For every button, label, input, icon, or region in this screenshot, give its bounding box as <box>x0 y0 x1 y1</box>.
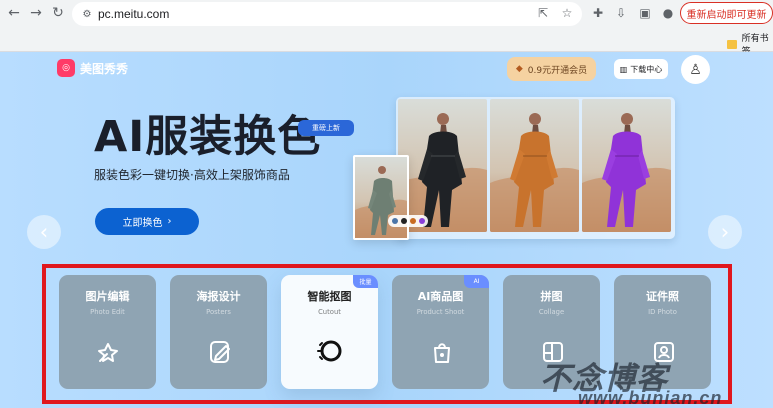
tool-photo-edit[interactable]: 图片编辑 Photo Edit <box>59 275 156 389</box>
sidebar-icon[interactable]: ▣ <box>636 4 654 22</box>
edit-document-icon <box>210 341 230 363</box>
tool-title[interactable]: 智能抠图 <box>281 288 378 304</box>
blue-swatch[interactable] <box>391 218 398 224</box>
orange-outfit-model-illustration <box>490 113 579 232</box>
url-text[interactable]: pc.meitu.com <box>98 7 169 21</box>
forward-icon[interactable]: → <box>27 4 45 22</box>
brand-logo[interactable]: ◎ 美图秀秀 <box>57 59 128 77</box>
vip-button[interactable]: ◆ 0.9元开通会员 <box>507 57 596 81</box>
orange-swatch[interactable] <box>409 218 416 224</box>
tool-subtitle: Product Shoot <box>416 308 465 316</box>
tool-subtitle: Photo Edit <box>90 308 125 316</box>
batch-badge: 批量 <box>353 275 378 288</box>
user-icon: ♙ <box>689 61 702 78</box>
change-color-label[interactable]: 立即换色 <box>123 214 163 229</box>
carousel-prev-button[interactable]: ‹ <box>27 215 61 249</box>
brand-name[interactable]: 美图秀秀 <box>80 60 128 77</box>
reload-icon[interactable]: ↻ <box>49 4 67 22</box>
browser-update-button[interactable]: 重新启动即可更新 <box>680 2 773 24</box>
tool-subtitle: Collage <box>538 308 565 316</box>
extension-icon[interactable]: ✚ <box>589 4 607 22</box>
tool-subtitle: Posters <box>206 308 231 316</box>
diamond-icon: ◆ <box>515 64 523 74</box>
back-icon[interactable]: ← <box>5 4 23 22</box>
hero-subtitle: 服装色彩一键切换·高效上架服饰商品 <box>94 168 290 182</box>
vip-label[interactable]: 0.9元开通会员 <box>528 63 587 76</box>
change-color-button[interactable]: 立即换色 › <box>95 208 199 235</box>
new-badge: 重磅上新 <box>298 120 354 136</box>
color-swatches[interactable] <box>388 215 428 227</box>
magic-wand-icon <box>98 343 118 362</box>
orange-outfit-photo <box>490 99 579 232</box>
meitu-logo-icon: ◎ <box>57 59 75 77</box>
tool-title[interactable]: 拼图 <box>503 288 600 304</box>
cutout-circle-icon <box>317 340 342 362</box>
tool-title[interactable]: 海报设计 <box>170 288 267 304</box>
download-icon[interactable]: ⇩ <box>612 4 630 22</box>
tool-collage[interactable]: 拼图 Collage <box>503 275 600 389</box>
profile-icon[interactable]: ● <box>659 4 677 22</box>
folder-icon <box>727 39 737 49</box>
site-settings-icon[interactable]: ⚙ <box>80 7 94 21</box>
tool-cutout[interactable]: 批量 智能抠图 Cutout <box>281 275 378 389</box>
tool-subtitle: ID Photo <box>648 308 677 316</box>
browser-chrome: ← → ↻ ⚙ pc.meitu.com ⇱ ☆ ✚ ⇩ ▣ ● 重新启动即可更… <box>0 0 773 57</box>
hero-title: AI服装换色 <box>94 112 322 162</box>
tool-posters[interactable]: 海报设计 Posters <box>170 275 267 389</box>
meitu-home-page: ◎ 美图秀秀 ◆ 0.9元开通会员 ▥ 下载中心 ♙ AI服装换色 重磅上新 服… <box>0 52 773 408</box>
tool-title[interactable]: 图片编辑 <box>59 288 156 304</box>
black-outfit-model-illustration <box>398 113 487 232</box>
download-center-label[interactable]: 下载中心 <box>630 64 662 75</box>
user-avatar-button[interactable]: ♙ <box>681 55 710 84</box>
address-bar[interactable]: ⚙ pc.meitu.com <box>72 2 582 26</box>
tool-subtitle: Cutout <box>318 308 341 316</box>
download-center-icon: ▥ <box>619 64 628 74</box>
tool-title[interactable]: 证件照 <box>614 288 711 304</box>
id-photo-icon <box>654 342 674 362</box>
tool-id-photo[interactable]: 证件照 ID Photo <box>614 275 711 389</box>
ai-product-bag-icon <box>434 343 450 363</box>
ai-badge: AI <box>464 275 489 288</box>
black-outfit-photo <box>398 99 487 232</box>
purple-outfit-model-illustration <box>582 113 671 232</box>
fashion-photo-stack <box>396 97 675 239</box>
tool-ai-product-shoot[interactable]: AI AI商品图 Product Shoot <box>392 275 489 389</box>
download-center-button[interactable]: ▥ 下载中心 <box>614 59 668 79</box>
purple-swatch[interactable] <box>418 218 425 224</box>
tool-title[interactable]: AI商品图 <box>392 288 489 304</box>
purple-outfit-photo <box>582 99 671 232</box>
chevron-right-icon: › <box>167 216 172 227</box>
share-icon[interactable]: ⇱ <box>534 4 552 22</box>
collage-grid-icon <box>543 342 563 362</box>
original-outfit-photo <box>353 155 409 240</box>
black-swatch[interactable] <box>400 218 407 224</box>
carousel-next-button[interactable]: › <box>708 215 742 249</box>
star-icon[interactable]: ☆ <box>558 4 576 22</box>
